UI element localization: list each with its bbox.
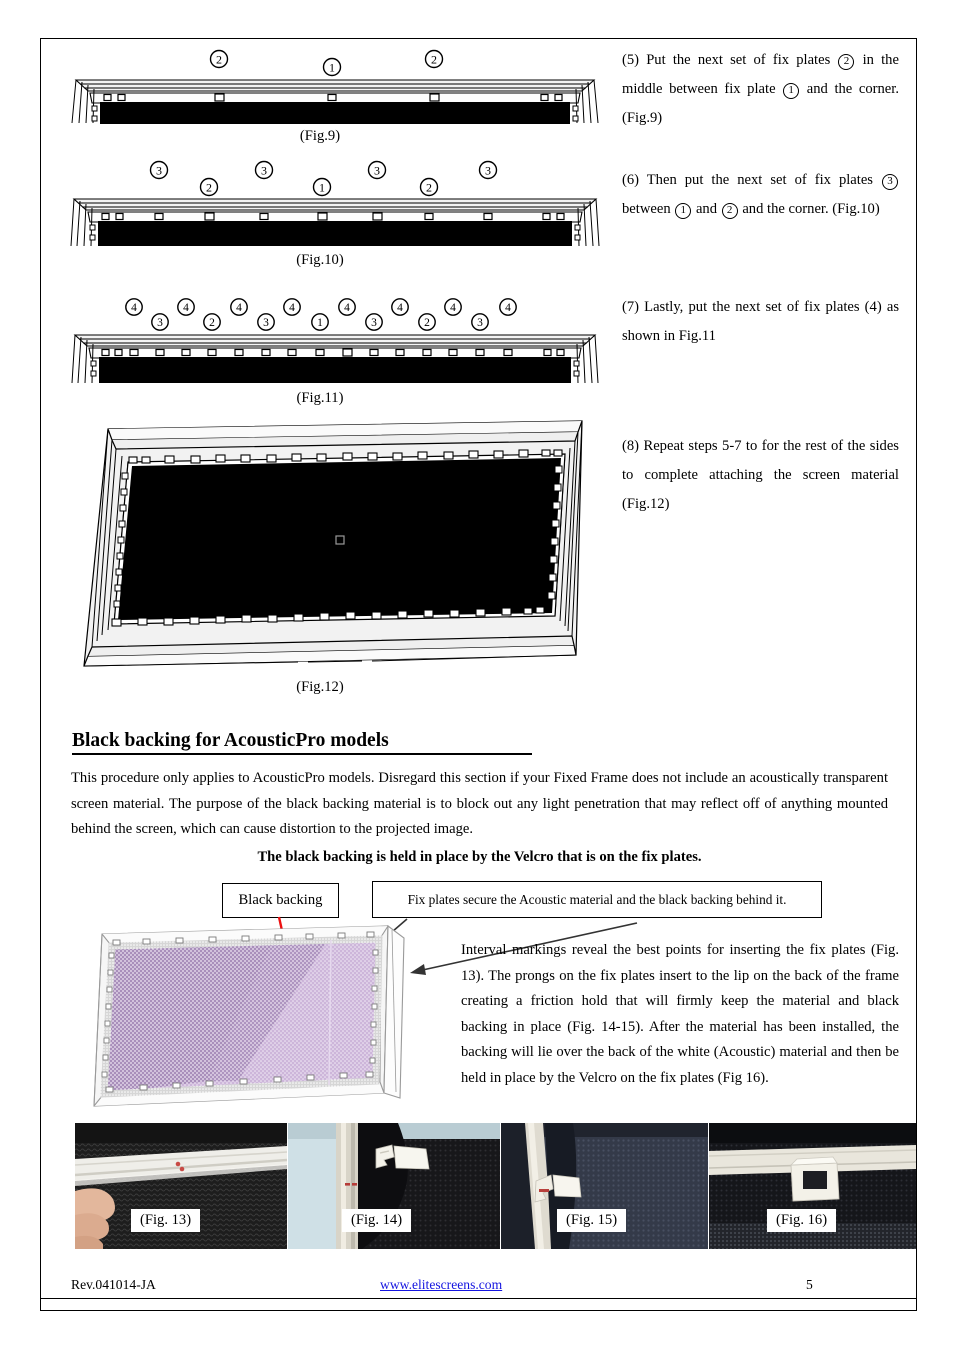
instruction-step-8: (8) Repeat steps 5-7 to for the rest of … (622, 438, 899, 512)
svg-text:3: 3 (485, 164, 491, 178)
figure-9-caption: (Fig.9) (299, 128, 341, 144)
figure-16-caption: (Fig. 16) (767, 1209, 837, 1232)
svg-text:3: 3 (157, 317, 163, 329)
svg-text:3: 3 (371, 317, 377, 329)
circled-number-2: 2 (838, 53, 855, 70)
figure-12-diagram (66, 416, 600, 678)
svg-text:2: 2 (206, 181, 212, 195)
callout-black-backing: Black backing (222, 883, 339, 918)
figure-10-diagram: 3 3 3 3 2 1 2 (70, 158, 600, 248)
section-heading-wrap: Black backing for AcousticPro models (72, 730, 532, 755)
step6-text-b: between (622, 201, 671, 217)
section-body-text: This procedure only applies to AcousticP… (71, 770, 888, 837)
step5-text-a: (5) Put the next set of fix plates (622, 52, 831, 68)
svg-text:4: 4 (236, 302, 242, 314)
interval-markings-text: Interval markings reveal the best points… (461, 942, 899, 1086)
step6-text-a: (6) Then put the next set of fix plates (622, 172, 873, 188)
callout-fix-plates: Fix plates secure the Acoustic material … (372, 881, 822, 918)
footer-page-number: 5 (806, 1277, 813, 1292)
figure-13-caption: (Fig. 13) (131, 1209, 201, 1232)
photo-fig-16: (Fig. 16) (709, 1123, 916, 1249)
figure-14-caption: (Fig. 14) (342, 1209, 412, 1232)
footer-revision: Rev.041014-JA (71, 1277, 156, 1292)
figure-11-diagram: 4 4 4 4 4 4 4 4 3 2 3 1 3 2 3 (70, 295, 600, 385)
photo-fig-13: (Fig. 13) (75, 1123, 287, 1249)
svg-text:4: 4 (131, 302, 137, 314)
figure-11-caption: (Fig.11) (296, 390, 344, 406)
svg-text:4: 4 (450, 302, 456, 314)
circled-number-1: 1 (675, 202, 692, 219)
svg-text:2: 2 (209, 317, 215, 329)
photo-fig-15: (Fig. 15) (501, 1123, 708, 1249)
figure-10-caption: (Fig.10) (296, 252, 344, 268)
svg-text:1: 1 (329, 61, 335, 75)
circled-number-2: 2 (721, 202, 738, 219)
svg-text:4: 4 (397, 302, 403, 314)
step6-text-d: and the corner. (Fig.10) (742, 201, 880, 217)
svg-text:2: 2 (424, 317, 430, 329)
svg-text:2: 2 (426, 181, 432, 195)
circled-number-1: 1 (783, 82, 800, 99)
svg-text:4: 4 (344, 302, 350, 314)
section-heading: Black backing for AcousticPro models (72, 730, 532, 755)
photo-fig-14: (Fig. 14) (288, 1123, 500, 1249)
svg-text:1: 1 (319, 181, 325, 195)
svg-text:4: 4 (183, 302, 189, 314)
svg-text:2: 2 (216, 53, 222, 67)
svg-text:3: 3 (261, 164, 267, 178)
instruction-step-6: (6) Then put the next set of fix plates … (622, 166, 899, 224)
figure-9-diagram: 2 1 2 (70, 45, 600, 125)
figure-15-caption: (Fig. 15) (557, 1209, 627, 1232)
footer-divider (41, 1298, 917, 1299)
instruction-step-5: (5) Put the next set of fix plates 2 in … (622, 46, 899, 133)
svg-text:2: 2 (431, 53, 437, 67)
section-bold-note: The black backing is held in place by th… (257, 849, 702, 865)
svg-text:3: 3 (263, 317, 269, 329)
instruction-step-7: (7) Lastly, put the next set of fix plat… (622, 299, 899, 344)
footer-website-link[interactable]: www.elitescreens.com (380, 1277, 502, 1293)
black-backing-illustration (88, 920, 463, 1115)
step6-text-c: and (695, 201, 718, 217)
svg-text:4: 4 (289, 302, 295, 314)
svg-text:4: 4 (505, 302, 511, 314)
svg-text:1: 1 (317, 317, 323, 329)
svg-text:3: 3 (156, 164, 162, 178)
svg-text:3: 3 (477, 317, 483, 329)
figure-12-caption: (Fig.12) (296, 679, 344, 695)
circled-number-3: 3 (882, 173, 898, 190)
svg-text:3: 3 (374, 164, 380, 178)
